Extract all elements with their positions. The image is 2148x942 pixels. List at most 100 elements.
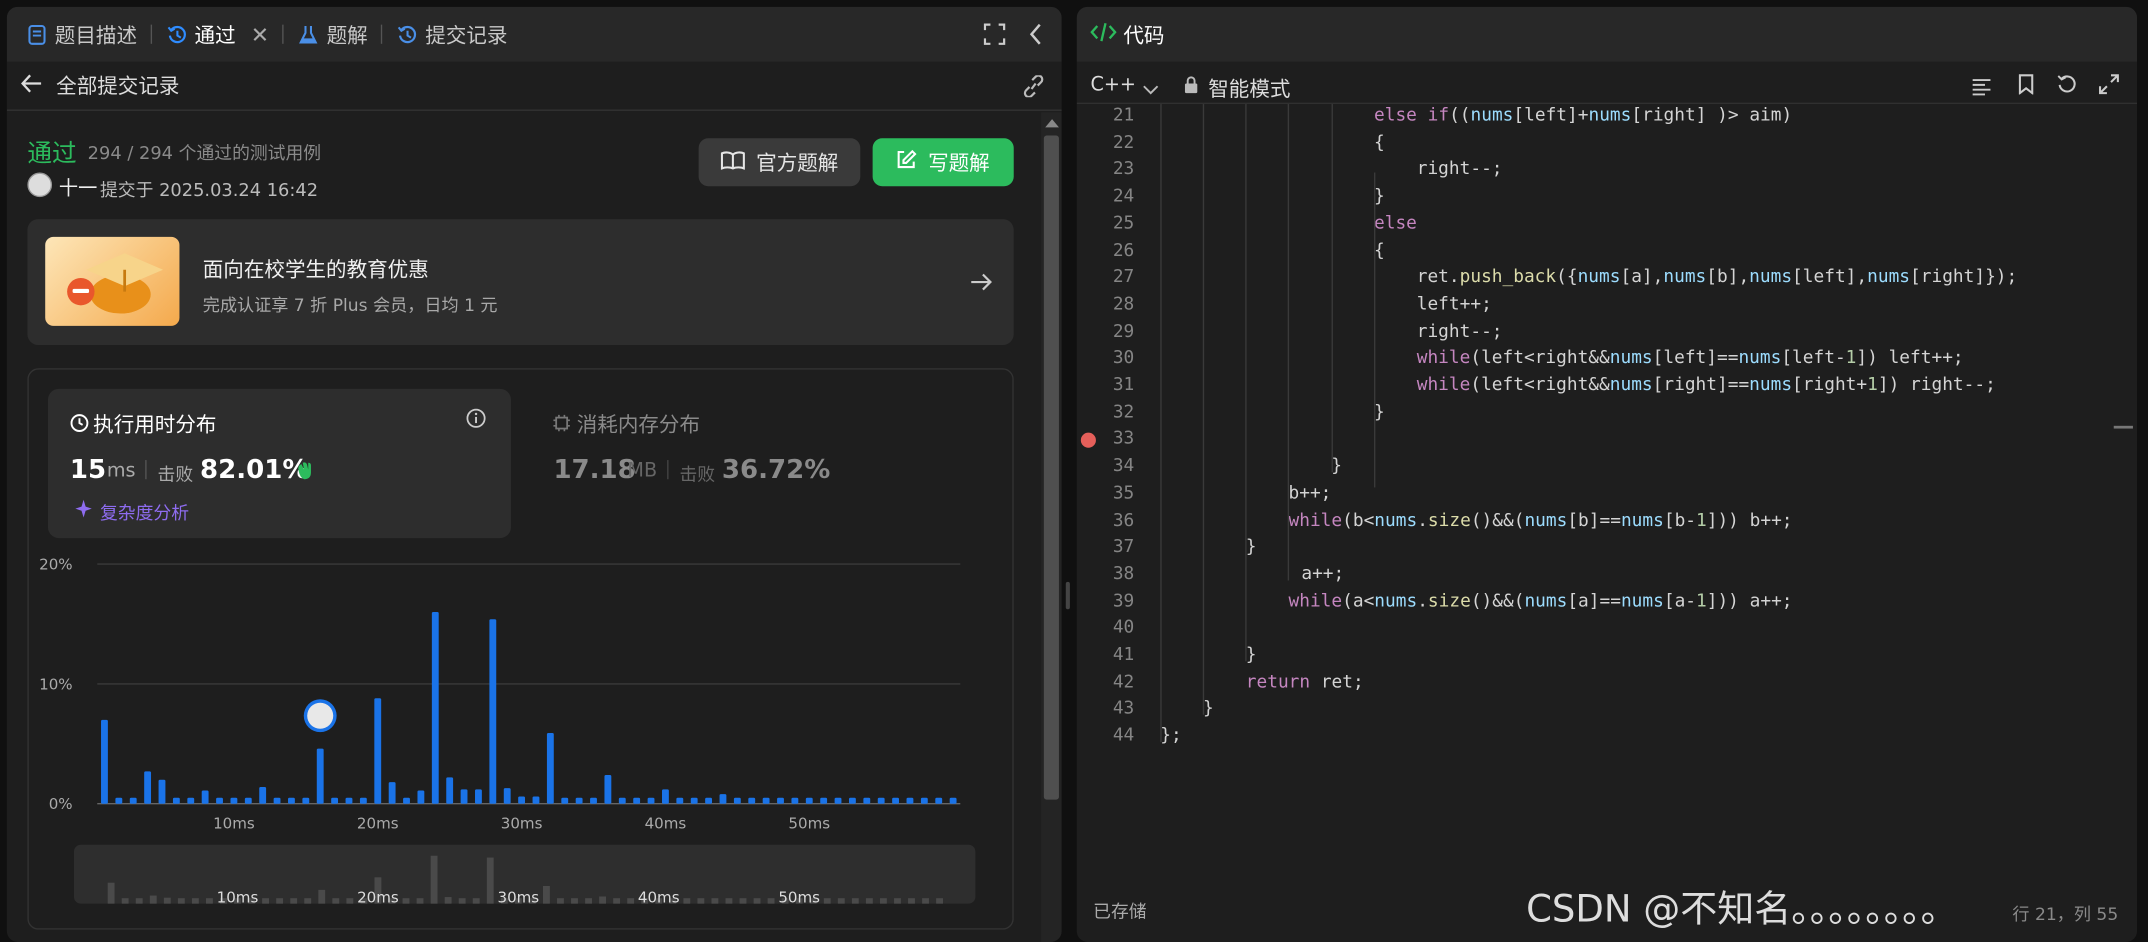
tab-separator	[150, 24, 153, 44]
code-line[interactable]: ret.push_back({nums[a],nums[b],nums[left…	[1417, 267, 2018, 288]
overview-bar	[711, 898, 719, 904]
tab-submissions[interactable]: 提交记录	[391, 7, 513, 62]
link-icon[interactable]	[1021, 74, 1047, 102]
tab-label: 题目描述	[54, 22, 138, 48]
complexity-analysis-link[interactable]: 复杂度分析	[100, 498, 189, 525]
overview-bar	[107, 882, 115, 904]
overview-bar	[865, 898, 873, 904]
overview-bar	[346, 898, 354, 904]
code-panel: 代码 C++ 智能模式 21 else if((nums[left]+nums[r…	[1076, 6, 2138, 942]
info-icon[interactable]	[466, 408, 487, 434]
chart-bar	[604, 774, 612, 804]
test-count: 294 / 294 个通过的测试用例	[87, 143, 322, 165]
chart-bar	[144, 771, 152, 804]
panel-splitter[interactable]	[1065, 581, 1070, 610]
overview-bar	[402, 898, 410, 904]
chart-bar	[863, 797, 871, 804]
chart-bar	[719, 794, 727, 804]
code-title: 代码	[1123, 22, 1165, 48]
overview-tick-label: 30ms	[498, 888, 540, 906]
user-avatar-marker	[307, 702, 334, 729]
left-tabbar: 题目描述 通过 ✕ 题解 提交记录	[6, 6, 1062, 62]
submission-subbar: 全部提交记录	[6, 62, 1062, 111]
tab-description[interactable]: 题目描述	[21, 7, 143, 62]
overview-bar	[571, 898, 578, 904]
code-line[interactable]: while(left<right&&nums[right]==nums[righ…	[1417, 375, 1996, 396]
chart-bar	[489, 619, 497, 804]
chart-bar	[532, 796, 540, 804]
tab-accepted[interactable]: 通过 ✕	[160, 7, 274, 62]
code-line[interactable]: b++;	[1289, 483, 1332, 504]
memory-icon	[552, 412, 571, 438]
bookmark-icon[interactable]	[2018, 74, 2034, 100]
runtime-distribution-chart[interactable]: 20% 10% 0% 10ms 20ms 30ms 40ms 50ms 10ms 20ms 30ms…	[29, 541, 1015, 931]
indent-guide	[1202, 104, 1205, 715]
back-arrow-icon[interactable]	[21, 73, 43, 98]
overview-bar	[262, 898, 270, 904]
format-icon[interactable]	[1971, 75, 1992, 101]
code-line[interactable]: else	[1374, 213, 1417, 234]
reset-icon[interactable]	[2056, 74, 2077, 100]
line-number: 31	[1112, 375, 1135, 396]
code-line[interactable]: right--;	[1417, 159, 1503, 180]
overview-bar	[472, 898, 480, 904]
chart-bar	[331, 797, 339, 804]
username[interactable]: 十一	[59, 174, 97, 201]
fullscreen-icon[interactable]	[983, 23, 1006, 50]
official-solution-label: 官方题解	[756, 150, 839, 176]
tab-solutions[interactable]: 题解	[292, 7, 373, 62]
code-line[interactable]: }	[1203, 699, 1214, 720]
promo-banner[interactable]: 面向在校学生的教育优惠 完成认证享 7 折 Plus 会员，日均 1 元	[27, 219, 1014, 346]
edit-icon	[897, 149, 918, 175]
runtime-tile[interactable]: 执行用时分布 15 ms 击败 82.01% 复杂度分析	[47, 388, 511, 539]
arrow-right-icon[interactable]	[970, 271, 993, 297]
editor-scrollbar-marker	[2113, 425, 2133, 429]
overview-bar	[599, 896, 607, 904]
expand-icon[interactable]	[2099, 74, 2120, 100]
close-icon[interactable]: ✕	[251, 21, 269, 47]
overview-bar	[304, 898, 312, 904]
code-editor[interactable]: 21 else if((nums[left]+nums[right] )> aim…	[1077, 104, 2118, 797]
write-solution-button[interactable]: 写题解	[872, 138, 1014, 187]
code-line[interactable]: while(a<nums.size()&&(nums[a]==nums[a-1]…	[1289, 591, 1793, 612]
runtime-title: 执行用时分布	[93, 412, 217, 437]
collapse-icon[interactable]	[1027, 22, 1043, 52]
smart-mode-label[interactable]: 智能模式	[1208, 74, 1290, 103]
chart-bar	[345, 797, 353, 804]
code-line[interactable]: }	[1246, 537, 1257, 558]
scroll-up-arrow-icon[interactable]	[1045, 119, 1059, 128]
chart-bar	[546, 733, 554, 804]
overview-tick-label: 40ms	[638, 888, 680, 906]
memory-title[interactable]: 消耗内存分布	[577, 409, 700, 438]
code-line[interactable]: else if((nums[left]+nums[right] )> aim)	[1374, 105, 1792, 126]
line-number: 38	[1112, 563, 1135, 585]
chart-bar	[518, 796, 526, 804]
overview-bar	[739, 898, 747, 904]
code-line[interactable]: {	[1374, 132, 1385, 153]
chart-bar	[748, 797, 756, 804]
scrollbar-track[interactable]	[1041, 112, 1062, 942]
code-line[interactable]: while(left<right&&nums[left]==nums[left-…	[1417, 348, 1964, 369]
code-line[interactable]: right--;	[1417, 321, 1503, 342]
code-line[interactable]: }	[1374, 402, 1385, 423]
line-number: 25	[1112, 213, 1135, 234]
scrollbar-thumb[interactable]	[1043, 135, 1059, 800]
lock-icon	[1184, 74, 1199, 100]
language-select[interactable]: C++	[1090, 74, 1136, 96]
code-line[interactable]: {	[1374, 240, 1385, 261]
chevron-down-icon[interactable]	[1142, 75, 1159, 101]
overview-bar	[613, 898, 621, 904]
code-line[interactable]: };	[1160, 726, 1181, 747]
code-line[interactable]: }	[1374, 186, 1385, 207]
overview-bar	[683, 898, 691, 904]
code-line[interactable]: a++;	[1301, 564, 1344, 585]
code-line[interactable]: left++;	[1417, 294, 1492, 315]
overview-bar	[879, 898, 887, 904]
code-line[interactable]: while(b<nums.size()&&(nums[b]==nums[b-1]…	[1289, 510, 1793, 531]
code-line[interactable]: return ret;	[1246, 672, 1364, 693]
left-panel: 题目描述 通过 ✕ 题解 提交记录 全部提交记录 通过 294 / 294 个通…	[6, 6, 1062, 942]
official-solution-button[interactable]: 官方题解	[698, 138, 861, 187]
back-label[interactable]: 全部提交记录	[56, 71, 179, 100]
code-line[interactable]: }	[1246, 645, 1257, 666]
chart-bar	[172, 797, 180, 804]
